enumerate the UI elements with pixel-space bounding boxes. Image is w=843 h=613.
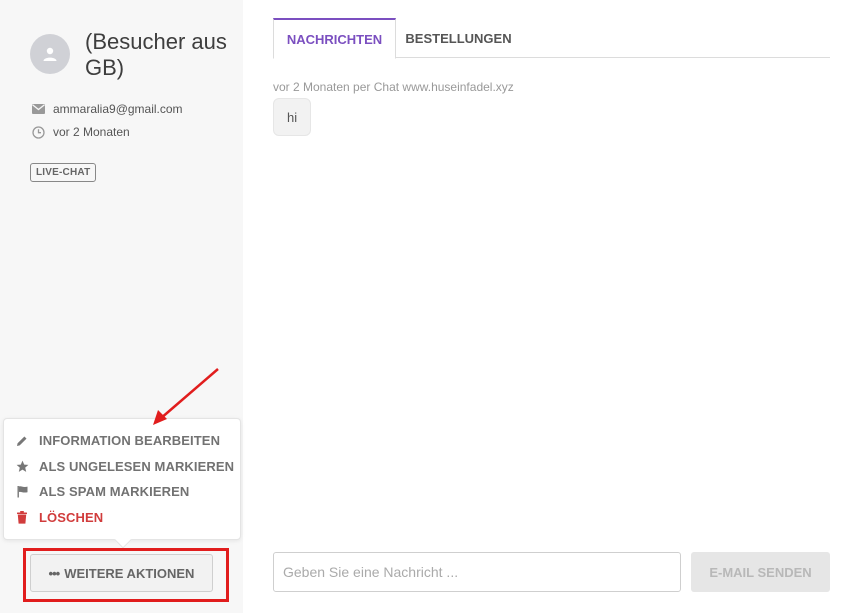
more-actions-label: WEITERE AKTIONEN (64, 565, 195, 581)
menu-item-edit-info[interactable]: INFORMATION BEARBEITEN (15, 433, 220, 448)
more-actions-button[interactable]: ••• WEITERE AKTIONEN (30, 554, 213, 592)
menu-item-mark-spam[interactable]: ALS SPAM MARKIEREN (15, 484, 189, 499)
visitor-name: (Besucher aus GB) (85, 29, 227, 80)
annotation-arrow (153, 368, 219, 425)
last-seen: vor 2 Monaten (53, 125, 130, 139)
star-icon (15, 460, 29, 474)
tab-orders[interactable]: BESTELLUNGEN (396, 18, 521, 58)
menu-item-delete[interactable]: LÖSCHEN (15, 510, 103, 525)
message-meta: vor 2 Monaten per Chat www.huseinfadel.x… (273, 80, 514, 94)
ellipsis-icon: ••• (48, 565, 61, 581)
clock-icon (31, 125, 45, 139)
message-input[interactable] (273, 552, 681, 592)
menu-item-label: ALS SPAM MARKIEREN (39, 484, 190, 499)
visitor-email[interactable]: ammaralia9@gmail.com (53, 102, 183, 116)
message-text: hi (287, 109, 298, 125)
menu-item-mark-unread[interactable]: ALS UNGELESEN MARKIEREN (15, 459, 234, 474)
last-seen-row: vor 2 Monaten (31, 125, 130, 139)
envelope-icon (31, 102, 45, 116)
source-badge: LIVE-CHAT (30, 163, 97, 182)
send-email-button[interactable]: E-MAIL SENDEN (691, 552, 830, 592)
email-row: ammaralia9@gmail.com (31, 102, 183, 116)
conversation-tabs: NACHRICHTEN BESTELLUNGEN (273, 18, 830, 59)
menu-item-label: ALS UNGELESEN MARKIEREN (39, 459, 235, 474)
flag-icon (15, 485, 29, 499)
avatar (30, 34, 70, 74)
menu-item-label: INFORMATION BEARBEITEN (39, 433, 221, 448)
user-icon (43, 47, 57, 61)
pencil-icon (15, 434, 29, 448)
more-actions-menu: INFORMATION BEARBEITEN ALS UNGELESEN MAR… (3, 418, 241, 549)
message-bubble: hi (273, 98, 312, 136)
menu-item-label: LÖSCHEN (39, 510, 104, 525)
tab-messages[interactable]: NACHRICHTEN (273, 18, 396, 59)
trash-icon (15, 511, 29, 525)
